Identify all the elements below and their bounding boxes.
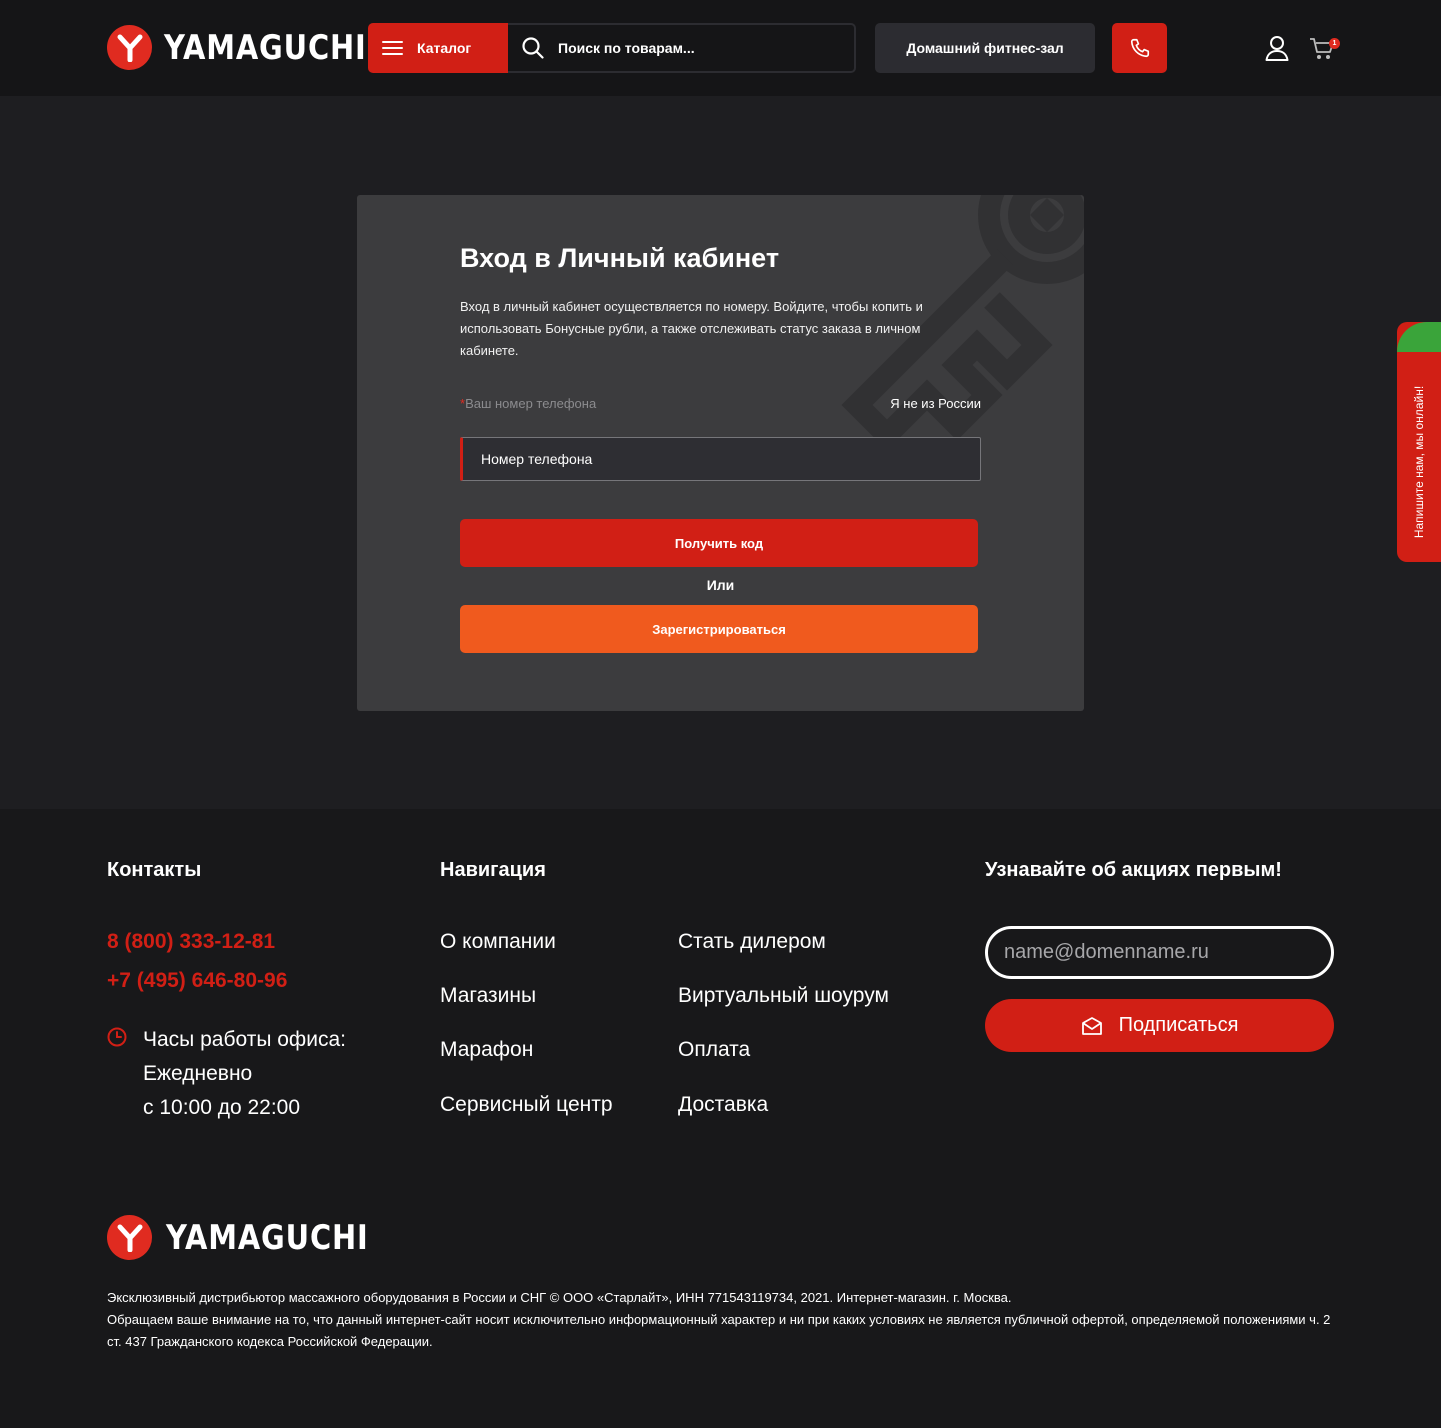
phone-icon bbox=[1130, 38, 1149, 58]
logo-text: YAMAGUCHI bbox=[164, 27, 367, 68]
search-icon bbox=[522, 37, 544, 59]
catalog-label: Каталог bbox=[417, 40, 472, 56]
menu-icon bbox=[382, 41, 403, 55]
not-from-russia-link[interactable]: Я не из России bbox=[890, 396, 981, 411]
catalog-button[interactable]: Каталог bbox=[368, 23, 508, 73]
chat-tab-label: Напишите нам, мы онлайн! bbox=[1412, 385, 1426, 539]
site-footer: Контакты 8 (800) 333-12-81 +7 (495) 646-… bbox=[0, 809, 1441, 1428]
office-hours-title: Часы работы офиса: bbox=[143, 1028, 346, 1051]
phone-field-label: *Ваш номер телефона bbox=[460, 396, 596, 411]
header-logo[interactable]: YAMAGUCHI bbox=[107, 25, 402, 70]
subscribe-label: Подписаться bbox=[1118, 1014, 1239, 1036]
user-icon[interactable] bbox=[1265, 35, 1289, 66]
email-placeholder: name@domenname.ru bbox=[1004, 941, 1209, 963]
phone-button[interactable] bbox=[1112, 23, 1167, 73]
office-hours: Часы работы офиса: Ежедневно с 10:00 до … bbox=[143, 1023, 346, 1125]
nav-link-payment[interactable]: Оплата bbox=[678, 1038, 750, 1062]
clock-icon bbox=[107, 1027, 127, 1052]
subscribe-title: Узнавайте об акциях первым! bbox=[985, 859, 1282, 881]
phone-label-text: Ваш номер телефона bbox=[465, 396, 597, 411]
nav-link-about[interactable]: О компании bbox=[440, 930, 556, 954]
search-placeholder: Поиск по товарам... bbox=[558, 40, 695, 56]
navigation-title: Навигация bbox=[440, 859, 546, 881]
online-chat-tab[interactable]: Напишите нам, мы онлайн! bbox=[1397, 322, 1441, 562]
nav-link-service[interactable]: Сервисный центр bbox=[440, 1093, 613, 1117]
login-description: Вход в личный кабинет осуществляется по … bbox=[460, 299, 923, 358]
footer-logo[interactable]: YAMAGUCHI bbox=[107, 1215, 404, 1260]
chat-leaf-icon bbox=[1397, 322, 1441, 352]
cart-count-badge: 1 bbox=[1329, 38, 1340, 49]
legal-disclaimer: Обращаем ваше внимание на то, что данный… bbox=[107, 1312, 1331, 1349]
nav-link-marathon[interactable]: Марафон bbox=[440, 1038, 533, 1062]
subscribe-button[interactable]: Подписаться bbox=[985, 999, 1334, 1052]
register-button[interactable]: Зарегистрироваться bbox=[460, 605, 978, 653]
legal-copyright: Эксклюзивный дистрибьютор массажного обо… bbox=[107, 1290, 1012, 1305]
login-title: Вход в Личный кабинет bbox=[460, 243, 780, 273]
nav-link-showroom[interactable]: Виртуальный шоурум bbox=[678, 984, 889, 1008]
phone-input[interactable]: Номер телефона bbox=[460, 437, 981, 481]
email-input[interactable]: name@domenname.ru bbox=[985, 926, 1334, 979]
nav-link-stores[interactable]: Магазины bbox=[440, 984, 536, 1008]
logo-y-icon bbox=[107, 1215, 152, 1260]
phone-placeholder: Номер телефона bbox=[481, 451, 593, 467]
home-fitness-button[interactable]: Домашний фитнес-зал bbox=[875, 23, 1095, 73]
site-header: YAMAGUCHI Каталог Поиск по товарам... До… bbox=[0, 0, 1441, 96]
office-hours-days: Ежедневно bbox=[143, 1062, 253, 1085]
office-hours-time: с 10:00 до 22:00 bbox=[143, 1096, 301, 1119]
footer-phone-2[interactable]: +7 (495) 646-80-96 bbox=[107, 969, 287, 993]
footer-logo-text: YAMAGUCHI bbox=[166, 1217, 369, 1258]
legal-text: Эксклюзивный дистрибьютор массажного обо… bbox=[107, 1287, 1347, 1353]
logo-y-icon bbox=[107, 25, 152, 70]
nav-link-dealer[interactable]: Стать дилером bbox=[678, 930, 826, 954]
nav-link-delivery[interactable]: Доставка bbox=[678, 1093, 768, 1117]
footer-phone-1[interactable]: 8 (800) 333-12-81 bbox=[107, 930, 275, 954]
get-code-button[interactable]: Получить код bbox=[460, 519, 978, 567]
contacts-title: Контакты bbox=[107, 859, 202, 881]
login-card: Вход в Личный кабинет Вход в личный каби… bbox=[357, 195, 1084, 711]
or-divider: Или bbox=[706, 577, 735, 593]
search-input[interactable]: Поиск по товарам... bbox=[508, 23, 856, 73]
mail-icon bbox=[1081, 1016, 1102, 1035]
